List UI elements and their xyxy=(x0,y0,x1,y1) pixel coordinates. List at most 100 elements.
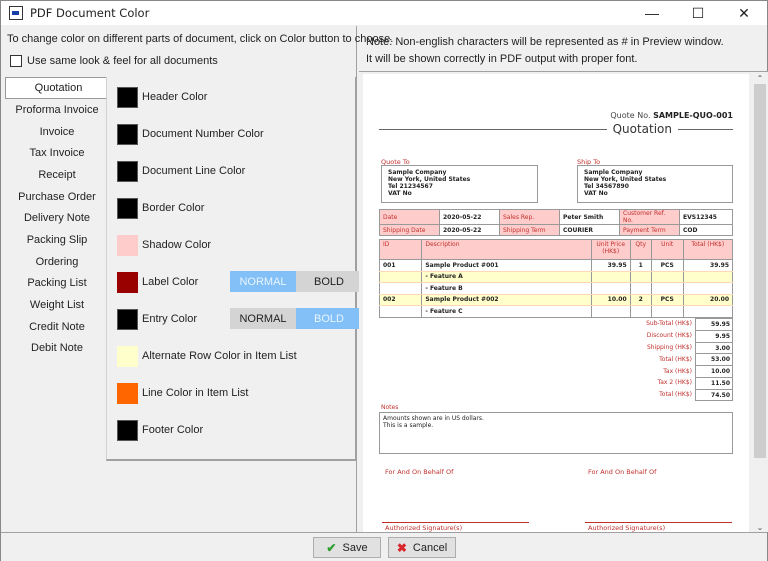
doc-type-packing-slip[interactable]: Packing Slip xyxy=(5,229,109,251)
title-text: Quotation xyxy=(612,122,672,136)
quote-no-value: SAMPLE-QUO-001 xyxy=(653,111,733,120)
doc-type-proforma-invoice[interactable]: Proforma Invoice xyxy=(5,99,109,121)
doc-type-tax-invoice[interactable]: Tax Invoice xyxy=(5,142,109,164)
preview-scrollbar[interactable]: ⌃ ⌄ xyxy=(752,72,768,532)
quote-to-address: Sample Company New York, United States Tel… xyxy=(381,165,538,203)
font-style-toggle[interactable]: NORMAL BOLD xyxy=(230,308,362,329)
close-button[interactable]: ✕ xyxy=(721,1,767,25)
signature-line-left xyxy=(382,522,529,523)
color-row-shadow-color: Shadow Color xyxy=(117,234,352,256)
color-swatch-button[interactable] xyxy=(117,271,138,293)
doc-type-weight-list[interactable]: Weight List xyxy=(5,294,109,316)
signature-label-left: Authorized Signature(s) xyxy=(385,524,463,532)
quote-no-label: Quote No. xyxy=(610,111,651,120)
info-value: EVS12345 xyxy=(679,209,733,225)
color-swatch-button[interactable] xyxy=(117,308,138,330)
color-swatch-button[interactable] xyxy=(117,160,138,182)
item-row: - Feature A xyxy=(378,271,734,283)
checkmark-icon: ✔ xyxy=(326,540,337,555)
style-option-bold[interactable]: BOLD xyxy=(296,271,362,292)
color-row-document-line-color: Document Line Color xyxy=(117,160,352,182)
color-swatch-button[interactable] xyxy=(117,86,138,108)
color-swatch-button[interactable] xyxy=(117,345,138,367)
total-row: Tax 2 (HK$) 11.50 xyxy=(646,376,733,389)
color-swatch-button[interactable] xyxy=(117,382,138,404)
item-unit xyxy=(650,282,684,295)
color-row-entry-color: Entry Color NORMAL BOLD xyxy=(117,308,362,330)
doc-type-packing-list[interactable]: Packing List xyxy=(5,273,109,295)
doc-type-receipt[interactable]: Receipt xyxy=(5,164,109,186)
color-label: Document Line Color xyxy=(142,165,246,177)
note-line-1: Note: Non-english characters will be rep… xyxy=(366,36,724,48)
doc-type-delivery-note[interactable]: Delivery Note xyxy=(5,207,109,229)
settings-panel: To change color on different parts of do… xyxy=(2,26,393,532)
info-value: 2020-05-22 xyxy=(439,209,500,225)
item-row: 002 Sample Product #002 10.00 2 PCS 20.00 xyxy=(378,294,734,306)
behalf-label-left: For And On Behalf Of xyxy=(385,468,454,476)
item-total: 39.95 xyxy=(682,259,734,272)
document-title: Quotation xyxy=(379,121,733,137)
address-line: VAT No xyxy=(584,190,608,197)
total-row: Shipping (HK$) 3.00 xyxy=(646,341,733,354)
item-header: ID xyxy=(378,239,423,260)
doc-type-credit-note[interactable]: Credit Note xyxy=(5,316,109,338)
color-label: Document Number Color xyxy=(142,128,264,140)
color-swatch-button[interactable] xyxy=(117,234,138,256)
item-unit xyxy=(650,305,684,318)
color-label: Line Color in Item List xyxy=(142,387,249,399)
item-desc: - Feature B xyxy=(421,282,592,295)
color-label: Border Color xyxy=(142,202,205,214)
color-swatch-button[interactable] xyxy=(117,197,138,219)
color-swatch-button[interactable] xyxy=(117,419,138,441)
minimize-button[interactable]: — xyxy=(629,1,675,25)
info-label: Sales Rep. xyxy=(499,209,560,225)
item-qty xyxy=(629,271,652,283)
color-row-alternate-row-color-in-item-list: Alternate Row Color in Item List xyxy=(117,345,352,367)
pdf-doc-icon xyxy=(9,6,23,20)
info-row: Shipping Date 2020-05-22 Shipping Term COUR… xyxy=(379,224,733,236)
pdf-document-color-window: PDF Document Color — ☐ ✕ To change color… xyxy=(0,0,768,561)
scroll-down-icon[interactable]: ⌄ xyxy=(752,521,768,532)
doc-type-purchase-order[interactable]: Purchase Order xyxy=(5,186,109,208)
color-row-border-color: Border Color xyxy=(117,197,352,219)
address-line: Tel 34567890 xyxy=(584,183,629,190)
cancel-button[interactable]: ✖ Cancel xyxy=(388,537,456,558)
scroll-up-icon[interactable]: ⌃ xyxy=(752,72,768,84)
item-qty xyxy=(629,305,652,318)
info-row: Date 2020-05-22 Sales Rep. Peter Smith Custo… xyxy=(379,209,733,225)
item-qty: 1 xyxy=(629,259,652,272)
total-value: 3.00 xyxy=(695,341,733,354)
maximize-button[interactable]: ☐ xyxy=(675,1,721,25)
color-row-document-number-color: Document Number Color xyxy=(117,123,352,145)
color-label: Label Color xyxy=(142,276,199,288)
same-look-checkbox[interactable] xyxy=(10,55,22,67)
item-total xyxy=(682,271,734,283)
total-value: 74.50 xyxy=(695,388,733,401)
total-row: Discount (HK$) 9.95 xyxy=(646,329,733,342)
doc-type-ordering[interactable]: Ordering xyxy=(5,251,109,273)
item-desc: - Feature A xyxy=(421,271,592,283)
save-button[interactable]: ✔ Save xyxy=(313,537,381,558)
scrollbar-thumb[interactable] xyxy=(754,84,766,458)
doc-type-invoice[interactable]: Invoice xyxy=(5,121,109,143)
font-style-toggle[interactable]: NORMAL BOLD xyxy=(230,271,362,292)
item-id: 001 xyxy=(378,259,423,272)
doc-type-debit-note[interactable]: Debit Note xyxy=(5,338,109,360)
info-label: Shipping Date xyxy=(379,224,440,236)
ship-to-address: Sample Company New York, United States Tel… xyxy=(577,165,733,203)
color-label: Footer Color xyxy=(142,424,204,436)
item-list-table: ID Description Unit Price (HK$) Qty Unit Tota… xyxy=(378,239,734,318)
info-value: 2020-05-22 xyxy=(439,224,500,236)
color-row-line-color-in-item-list: Line Color in Item List xyxy=(117,382,352,404)
item-header: Qty xyxy=(629,239,652,260)
style-option-bold[interactable]: BOLD xyxy=(296,308,362,329)
info-value: COURIER xyxy=(559,224,620,236)
style-option-normal[interactable]: NORMAL xyxy=(230,271,296,292)
color-swatch-button[interactable] xyxy=(117,123,138,145)
style-option-normal[interactable]: NORMAL xyxy=(230,308,296,329)
total-label: Tax 2 (HK$) xyxy=(657,379,692,387)
doc-type-quotation[interactable]: Quotation xyxy=(5,77,111,99)
same-look-checkbox-row[interactable]: Use same look & feel for all documents xyxy=(10,55,218,67)
item-price xyxy=(590,271,631,283)
total-label: Shipping (HK$) xyxy=(646,343,692,351)
